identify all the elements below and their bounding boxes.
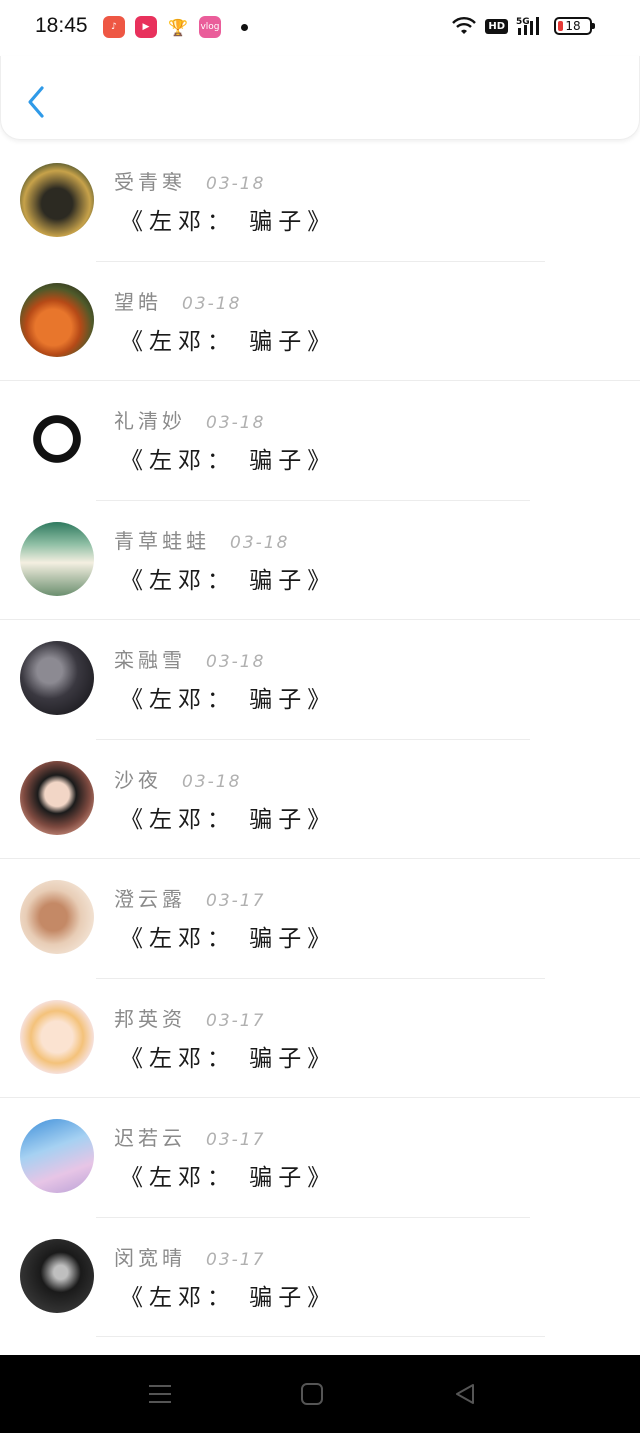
item-header: 邦英资 03-17: [114, 1003, 265, 1032]
message-text: 《左邓： 骗子》: [120, 328, 337, 355]
top-header: [0, 56, 640, 140]
avatar[interactable]: [20, 1238, 94, 1313]
message-text: 《左邓： 骗子》: [120, 567, 337, 594]
list-item[interactable]: 邦英资 03-17 《左邓： 骗子》: [0, 979, 640, 1098]
avatar[interactable]: [20, 163, 94, 237]
item-header: 受青寒 03-18: [114, 166, 265, 195]
battery-icon: 18: [554, 17, 595, 35]
status-indicators: HD 5G 18: [451, 16, 595, 36]
list-item[interactable]: 栾融雪 03-18 《左邓： 骗子》: [0, 620, 640, 740]
post-date: 03-17: [206, 1010, 266, 1031]
item-header: 栾融雪 03-18: [114, 644, 265, 673]
list-item[interactable]: 青草蛙蛙 03-18 《左邓： 骗子》: [0, 501, 640, 620]
post-date: 03-18: [206, 652, 266, 672]
item-header: 望皓 03-18: [114, 286, 241, 315]
user-name[interactable]: 邦英资: [114, 1003, 186, 1032]
user-name[interactable]: 沙夜: [114, 764, 162, 793]
post-date: 03-18: [182, 771, 242, 792]
message-text: 《左邓： 骗子》: [120, 448, 337, 474]
list-item[interactable]: 望皓 03-18 《左邓： 骗子》: [0, 262, 640, 381]
row-divider: [96, 1336, 545, 1337]
message-text: 《左邓： 骗子》: [120, 1284, 337, 1311]
post-date: 03-17: [206, 1249, 266, 1270]
post-date: 03-17: [206, 1130, 266, 1150]
back-triangle-icon: [456, 1384, 474, 1404]
signal-icon: 5G: [516, 17, 539, 35]
home-button[interactable]: [297, 1379, 327, 1409]
message-text: 《左邓： 骗子》: [120, 1045, 337, 1072]
user-name[interactable]: 受青寒: [114, 166, 186, 195]
user-name[interactable]: 澄云露: [114, 883, 186, 912]
list-item[interactable]: 沙夜 03-18 《左邓： 骗子》: [0, 740, 640, 859]
item-header: 澄云露 03-17: [114, 883, 265, 912]
home-icon: [301, 1383, 323, 1405]
user-name[interactable]: 闵宽晴: [114, 1242, 186, 1271]
post-date: 03-17: [206, 891, 266, 911]
system-nav-bar: [0, 1355, 640, 1433]
user-name[interactable]: 青草蛙蛙: [114, 525, 210, 554]
music-app-icon: ♪: [103, 16, 125, 38]
avatar[interactable]: [20, 760, 94, 835]
user-name[interactable]: 望皓: [114, 286, 162, 315]
message-text: 《左邓： 骗子》: [120, 926, 337, 952]
avatar[interactable]: [20, 402, 94, 476]
menu-button[interactable]: [145, 1379, 175, 1409]
item-header: 沙夜 03-18: [114, 764, 241, 793]
avatar[interactable]: [20, 641, 94, 715]
list-item[interactable]: 受青寒 03-18 《左邓： 骗子》: [0, 142, 640, 262]
item-header: 迟若云 03-17: [114, 1122, 265, 1151]
post-date: 03-18: [182, 293, 242, 314]
status-bar: 18:45 ♪ ▶ 🏆 vlog HD 5G 18: [0, 0, 640, 56]
back-button[interactable]: [21, 82, 51, 122]
avatar[interactable]: [20, 1119, 94, 1193]
video-app-icon: ▶: [135, 16, 157, 38]
avatar[interactable]: [20, 880, 94, 954]
list-item[interactable]: 迟若云 03-17 《左邓： 骗子》: [0, 1098, 640, 1218]
trophy-app-icon: 🏆: [167, 16, 189, 38]
post-date: 03-18: [206, 413, 266, 433]
item-header: 闵宽晴 03-17: [114, 1242, 265, 1271]
battery-level: 18: [565, 19, 581, 33]
comment-list: 受青寒 03-18 《左邓： 骗子》 望皓 03-18 《左邓： 骗子》 礼清妙 03-18 《…: [0, 142, 640, 1337]
wifi-icon: [452, 17, 477, 34]
list-item[interactable]: 闵宽晴 03-17 《左邓： 骗子》: [0, 1218, 640, 1337]
message-text: 《左邓： 骗子》: [120, 209, 337, 235]
user-name[interactable]: 栾融雪: [114, 644, 186, 673]
back-nav-button[interactable]: [450, 1379, 480, 1409]
notification-app-icons: ♪ ▶ 🏆 vlog: [103, 16, 248, 38]
menu-icon: [149, 1385, 171, 1403]
hd-badge: HD: [485, 18, 508, 34]
svg-text:5G: 5G: [516, 17, 530, 27]
avatar[interactable]: [20, 999, 94, 1074]
vlog-app-icon: vlog: [199, 16, 221, 38]
user-name[interactable]: 迟若云: [114, 1122, 186, 1151]
message-text: 《左邓： 骗子》: [120, 1165, 337, 1191]
list-item[interactable]: 澄云露 03-17 《左邓： 骗子》: [0, 859, 640, 979]
message-text: 《左邓： 骗子》: [120, 806, 337, 833]
post-date: 03-18: [230, 532, 290, 553]
avatar[interactable]: [20, 521, 94, 596]
more-notifications-dot: [241, 23, 248, 31]
chevron-left-icon: [28, 86, 44, 118]
status-time: 18:45: [35, 14, 88, 37]
battery-fill: [558, 21, 564, 31]
message-text: 《左邓： 骗子》: [120, 687, 337, 713]
item-header: 礼清妙 03-18: [114, 405, 265, 434]
user-name[interactable]: 礼清妙: [114, 405, 186, 434]
avatar[interactable]: [20, 282, 94, 357]
list-item[interactable]: 礼清妙 03-18 《左邓： 骗子》: [0, 381, 640, 501]
item-header: 青草蛙蛙 03-18: [114, 525, 289, 554]
post-date: 03-18: [206, 174, 266, 194]
